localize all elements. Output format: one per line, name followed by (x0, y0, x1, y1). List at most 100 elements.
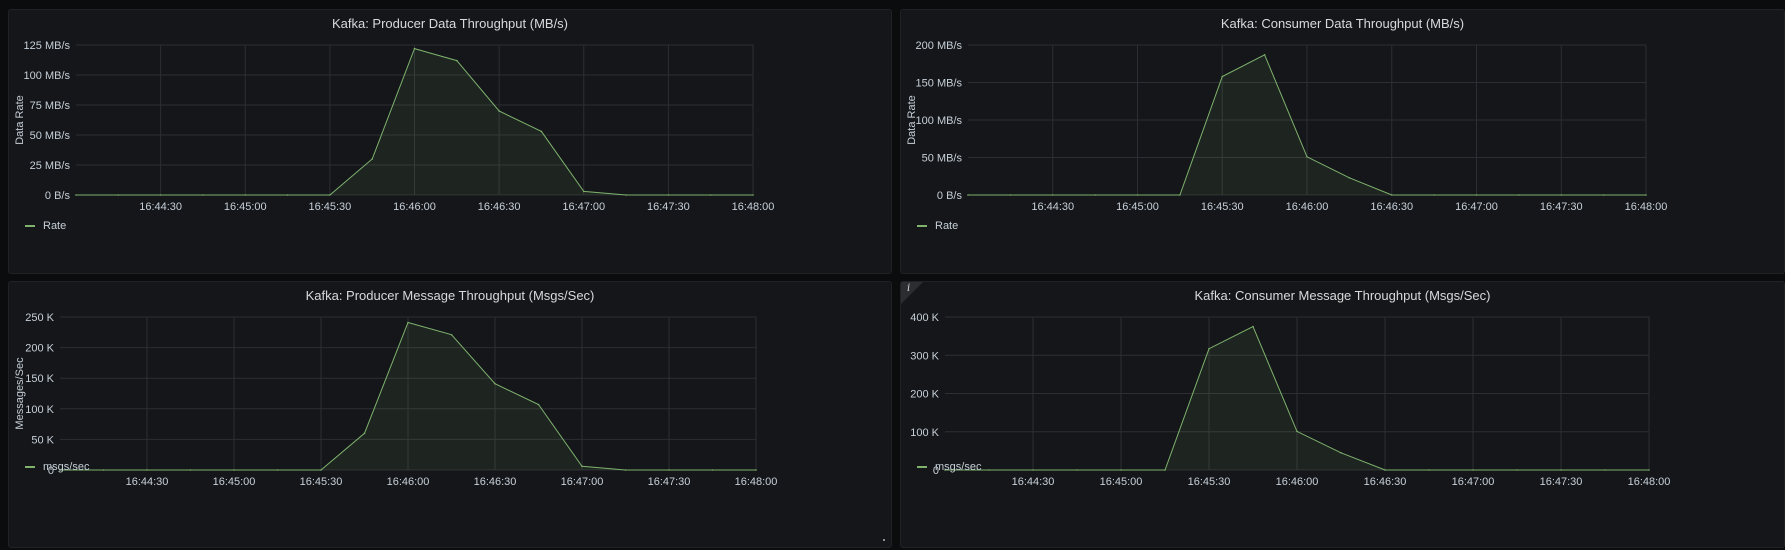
chart: 050 K100 K150 K200 K250 K16:44:30 16:45:0… (14, 312, 778, 488)
chart: 0100 K200 K300 K400 K16:44:30 16:45:00 16:… (910, 312, 1671, 488)
data-point (102, 469, 105, 471)
data-point (582, 190, 585, 193)
resize-handle[interactable] (883, 539, 885, 541)
x-tick-label: 16:45:30 (1201, 201, 1244, 213)
x-tick-label: 16:47:00 (561, 476, 604, 488)
x-tick-label: 16:45:00 (1100, 476, 1143, 488)
data-point (329, 194, 331, 196)
x-tick-label: 16:45:30 (300, 476, 343, 488)
y-tick-label: 100 K (25, 404, 54, 416)
x-tick-label: 16:47:00 (1452, 476, 1495, 488)
x-tick-label: 16:47:30 (648, 476, 691, 488)
legend-series-name[interactable]: Rate (43, 220, 66, 232)
data-point (1179, 194, 1181, 196)
data-point (711, 469, 714, 471)
data-point (1164, 469, 1166, 471)
x-tick-label: 16:44:30 (126, 476, 169, 488)
x-tick-label: 16:48:00 (732, 201, 775, 213)
data-point (1252, 325, 1254, 328)
x-tick-label: 16:46:30 (1370, 201, 1413, 213)
y-tick-label: 150 MB/s (916, 78, 963, 90)
data-point (1604, 469, 1606, 471)
legend-series-swatch (25, 466, 35, 468)
x-tick-label: 16:45:30 (308, 201, 351, 213)
x-tick-label: 16:46:00 (1286, 201, 1329, 213)
x-tick-label: 16:45:00 (224, 201, 267, 213)
data-point (320, 469, 322, 471)
legend: msgs/sec (917, 461, 981, 473)
y-tick-label: 100 K (910, 427, 939, 439)
data-point (1340, 451, 1342, 454)
y-tick-label: 200 MB/s (916, 40, 963, 52)
y-tick-label: 0 B/s (937, 190, 963, 202)
x-tick-label: 16:48:00 (1625, 201, 1668, 213)
data-point (117, 194, 120, 196)
data-point (1433, 194, 1435, 196)
data-point (494, 382, 496, 385)
legend: Rate (917, 220, 958, 232)
panel-producer-message-throughput[interactable]: Kafka: Producer Message Throughput (Msgs… (8, 281, 892, 548)
series-area-fill (60, 322, 756, 470)
data-point (1390, 194, 1393, 196)
x-tick-label: 16:46:00 (393, 201, 436, 213)
data-point (1384, 469, 1386, 471)
data-point (537, 403, 540, 406)
legend-series-name[interactable]: msgs/sec (935, 461, 981, 473)
data-point (244, 194, 247, 196)
data-point (1208, 347, 1210, 350)
y-tick-label: 50 MB/s (30, 130, 71, 142)
data-point (709, 194, 712, 196)
x-tick-label: 16:47:30 (647, 201, 690, 213)
x-tick-label: 16:46:00 (387, 476, 430, 488)
data-point (276, 469, 279, 471)
legend-series-swatch (917, 466, 927, 468)
data-point (668, 469, 670, 471)
legend-series-swatch (917, 225, 927, 227)
data-point (988, 469, 990, 471)
chart: 0 B/s 50 MB/s 100 MB/s 150 MB/s 200 MB/s 16:4… (906, 40, 1668, 213)
y-tick-label: 100 MB/s (916, 115, 963, 127)
data-point (1296, 430, 1298, 433)
data-point (363, 432, 366, 435)
data-point (407, 321, 409, 324)
data-point (1518, 194, 1520, 196)
panel-consumer-data-throughput[interactable]: Kafka: Consumer Data Throughput (MB/s) 0… (900, 9, 1785, 274)
x-tick-label: 16:47:00 (1455, 201, 1498, 213)
legend-series-name[interactable]: Rate (935, 220, 958, 232)
data-point (1136, 194, 1139, 196)
y-tick-label: 50 K (31, 434, 54, 446)
data-point (1475, 194, 1478, 196)
data-point (624, 469, 627, 471)
x-tick-label: 16:48:00 (1628, 476, 1671, 488)
data-point (1076, 469, 1078, 471)
x-tick-label: 16:44:30 (139, 201, 182, 213)
y-tick-label: 50 MB/s (922, 153, 963, 165)
data-point (189, 469, 192, 471)
legend-series-name[interactable]: msgs/sec (43, 461, 89, 473)
data-point (667, 194, 670, 196)
data-point (371, 158, 373, 160)
data-point (498, 110, 500, 112)
data-point (752, 194, 754, 196)
x-tick-label: 16:47:30 (1540, 201, 1583, 213)
data-point (233, 469, 235, 471)
data-point (1032, 469, 1034, 471)
data-point (1009, 194, 1012, 196)
panel-consumer-message-throughput[interactable]: i Kafka: Consumer Message Throughput (Ms… (900, 281, 1785, 548)
data-point (967, 194, 969, 196)
y-tick-label: 0 B/s (45, 190, 71, 202)
data-point (1428, 469, 1430, 471)
data-point (450, 333, 453, 336)
data-point (75, 194, 77, 196)
x-tick-label: 16:48:00 (735, 476, 778, 488)
x-tick-label: 16:44:30 (1031, 201, 1074, 213)
data-point (1263, 53, 1266, 56)
y-axis-label: Messages/Sec (14, 357, 26, 430)
data-point (1120, 469, 1122, 471)
data-point (1348, 176, 1351, 179)
y-axis-label: Data Rate (14, 95, 26, 145)
panel-producer-data-throughput[interactable]: Kafka: Producer Data Throughput (MB/s) 0… (8, 9, 892, 274)
data-point (1560, 469, 1562, 471)
series-area-fill (76, 48, 753, 195)
data-point (1051, 194, 1054, 196)
